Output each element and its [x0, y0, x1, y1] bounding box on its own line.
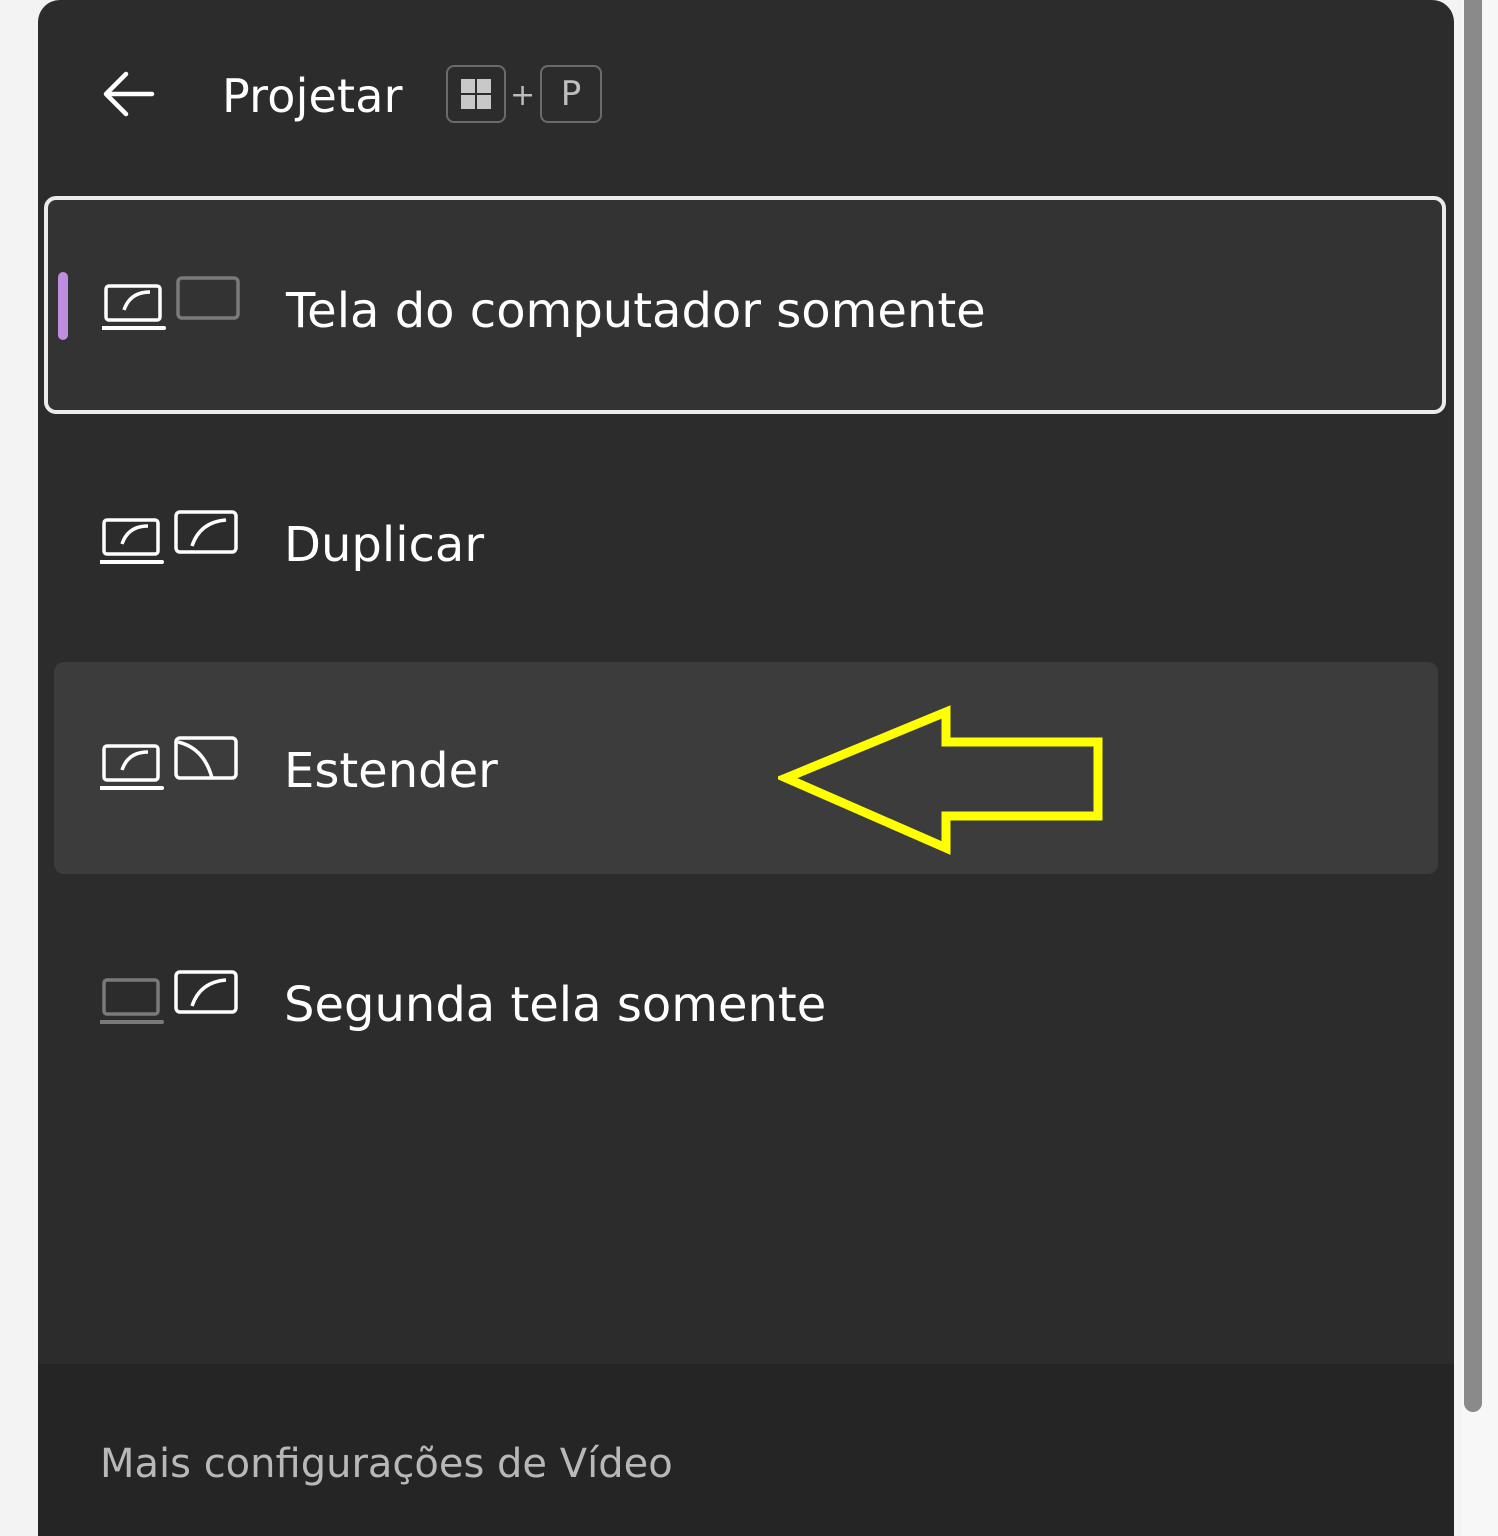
option-pc-screen-only[interactable]: Tela do computador somente: [44, 196, 1446, 414]
shortcut-key-p: P: [540, 65, 602, 123]
back-button[interactable]: [92, 58, 164, 130]
back-arrow-icon: [103, 71, 155, 117]
option-duplicate[interactable]: Duplicar: [54, 436, 1438, 648]
second-screen-only-icon: [100, 970, 238, 1024]
project-flyout: Projetar + P Tela do computador somente: [38, 0, 1454, 1536]
option-label: Tela do computador somente: [286, 283, 986, 339]
annotation-arrow-icon: [778, 705, 1103, 855]
background-scrollbar-thumb[interactable]: [1464, 0, 1482, 1412]
selection-indicator: [58, 272, 68, 340]
option-label: Segunda tela somente: [284, 977, 827, 1033]
extend-icon: [100, 736, 238, 790]
more-display-settings-link[interactable]: Mais configurações de Vídeo: [100, 1436, 673, 1492]
windows-logo-icon: [461, 79, 491, 109]
option-second-screen-only[interactable]: Segunda tela somente: [54, 896, 1438, 1108]
pc-screen-only-icon: [102, 276, 240, 330]
option-extend[interactable]: Estender: [54, 662, 1438, 874]
shortcut-plus: +: [510, 78, 536, 113]
duplicate-icon: [100, 510, 238, 564]
option-label: Estender: [284, 743, 498, 799]
flyout-header: Projetar + P: [38, 0, 1454, 190]
option-label: Duplicar: [284, 517, 485, 573]
shortcut-key-windows: [446, 65, 506, 123]
flyout-footer: Mais configurações de Vídeo: [38, 1364, 1454, 1536]
flyout-title: Projetar: [222, 69, 403, 123]
